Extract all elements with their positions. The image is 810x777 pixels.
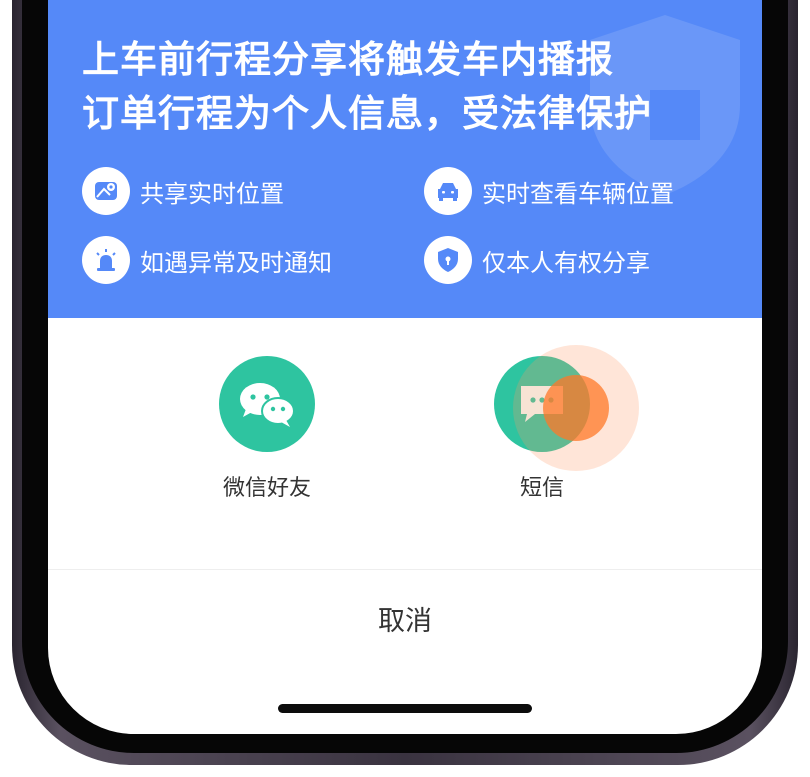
divider	[48, 569, 762, 570]
alarm-light-icon	[82, 236, 130, 284]
share-wechat-friend-button[interactable]: 微信好友	[172, 356, 362, 502]
feature-label: 实时查看车辆位置	[482, 179, 674, 208]
share-option-label: 短信	[519, 476, 564, 501]
cancel-button[interactable]: 取消	[48, 588, 762, 648]
feature-label: 仅本人有权分享	[482, 248, 650, 277]
map-location-icon	[82, 167, 130, 215]
home-indicator[interactable]	[278, 704, 532, 713]
feature-label: 如遇异常及时通知	[140, 248, 332, 277]
touch-indicator	[543, 375, 609, 441]
shield-lock-icon	[424, 236, 472, 284]
share-option-label: 微信好友	[222, 476, 311, 501]
share-sheet-screen: 上车前行程分享将触发车内播报 订单行程为个人信息，受法律保护 共享实时位置 实时…	[48, 0, 762, 734]
wechat-icon	[219, 356, 315, 452]
feature-abnormal-alert: 如遇异常及时通知	[82, 235, 332, 285]
trip-share-banner: 上车前行程分享将触发车内播报 订单行程为个人信息，受法律保护 共享实时位置 实时…	[48, 0, 762, 318]
banner-headline-line2: 订单行程为个人信息，受法律保护	[82, 92, 652, 135]
feature-owner-only: 仅本人有权分享	[424, 235, 650, 285]
car-icon	[424, 167, 472, 215]
feature-shared-location: 共享实时位置	[82, 166, 284, 216]
feature-label: 共享实时位置	[140, 179, 284, 208]
banner-headline-line1: 上车前行程分享将触发车内播报	[82, 38, 614, 81]
feature-vehicle-location: 实时查看车辆位置	[424, 166, 674, 216]
